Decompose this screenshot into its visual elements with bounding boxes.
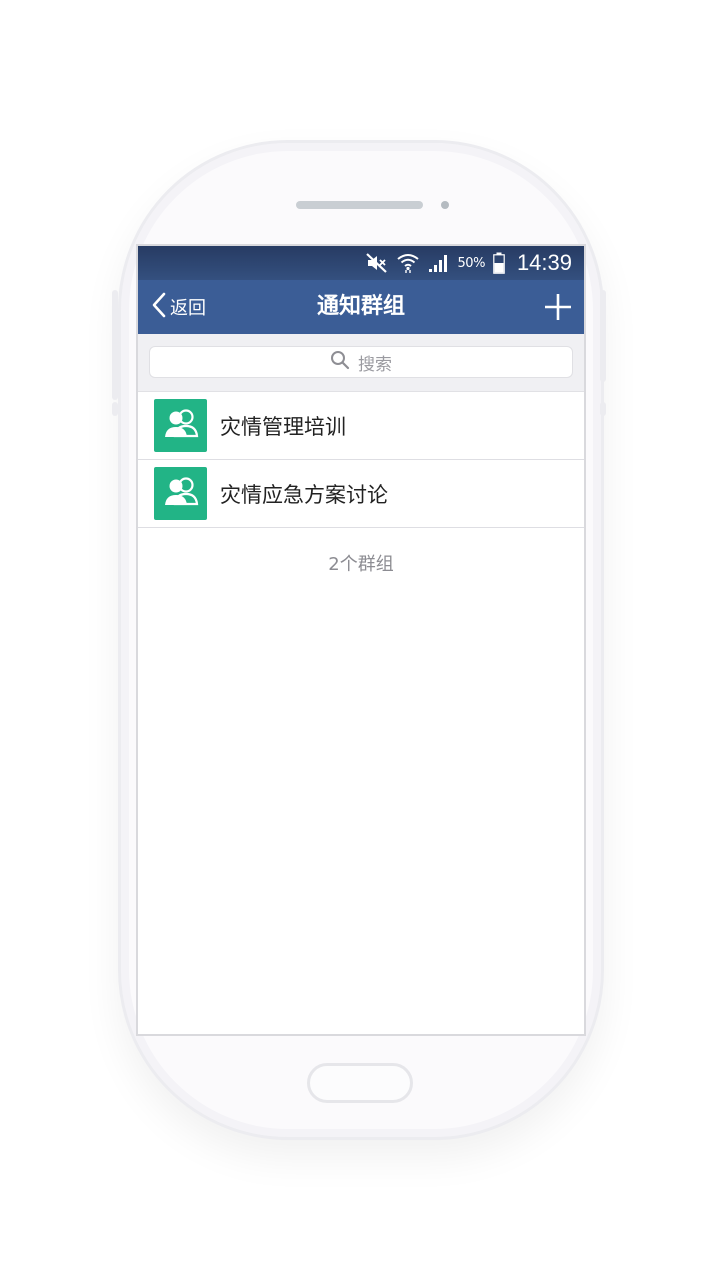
add-group-button[interactable] xyxy=(542,291,574,323)
search-bar: 搜索 xyxy=(138,334,584,392)
plus-icon xyxy=(542,294,574,327)
clock: 14:39 xyxy=(516,250,572,275)
group-avatar xyxy=(154,399,207,452)
mute-icon xyxy=(365,253,388,273)
group-name: 灾情管理培训 xyxy=(220,414,346,439)
nav-bar: 返回 通知群组 xyxy=(138,280,584,334)
search-input[interactable]: 搜索 xyxy=(149,346,573,378)
group-list: 灾情管理培训 灾情应急方案讨论 xyxy=(138,392,584,528)
signal-icon xyxy=(428,253,450,273)
group-item[interactable]: 灾情管理培训 xyxy=(138,392,584,460)
group-item[interactable]: 灾情应急方案讨论 xyxy=(138,460,584,528)
side-button-left xyxy=(112,402,118,416)
status-icons: 50% 14:39 xyxy=(365,248,572,278)
app-screen: 50% 14:39 返回 通知群组 搜索 灾情管理培训 灾情应急方案讨论 2个群… xyxy=(136,244,586,1036)
battery-icon xyxy=(493,252,505,274)
status-bar: 50% 14:39 xyxy=(138,246,584,280)
page-title: 通知群组 xyxy=(316,294,405,319)
device-mockup: 50% 14:39 返回 通知群组 搜索 灾情管理培训 灾情应急方案讨论 2个群… xyxy=(0,0,720,1280)
home-button[interactable] xyxy=(307,1063,413,1103)
group-count-label: 2个群组 xyxy=(328,554,394,575)
power-button xyxy=(600,290,606,382)
side-button-right xyxy=(600,402,606,416)
front-camera xyxy=(441,201,449,209)
group-icon xyxy=(162,408,200,443)
battery-percent: 50% xyxy=(457,255,486,271)
search-icon xyxy=(330,350,350,374)
earpiece-speaker xyxy=(296,201,423,209)
group-avatar xyxy=(154,467,207,520)
wifi-icon xyxy=(396,252,420,274)
group-name: 灾情应急方案讨论 xyxy=(220,482,388,507)
group-icon xyxy=(162,476,200,511)
volume-button xyxy=(112,290,118,400)
search-placeholder: 搜索 xyxy=(358,354,392,375)
